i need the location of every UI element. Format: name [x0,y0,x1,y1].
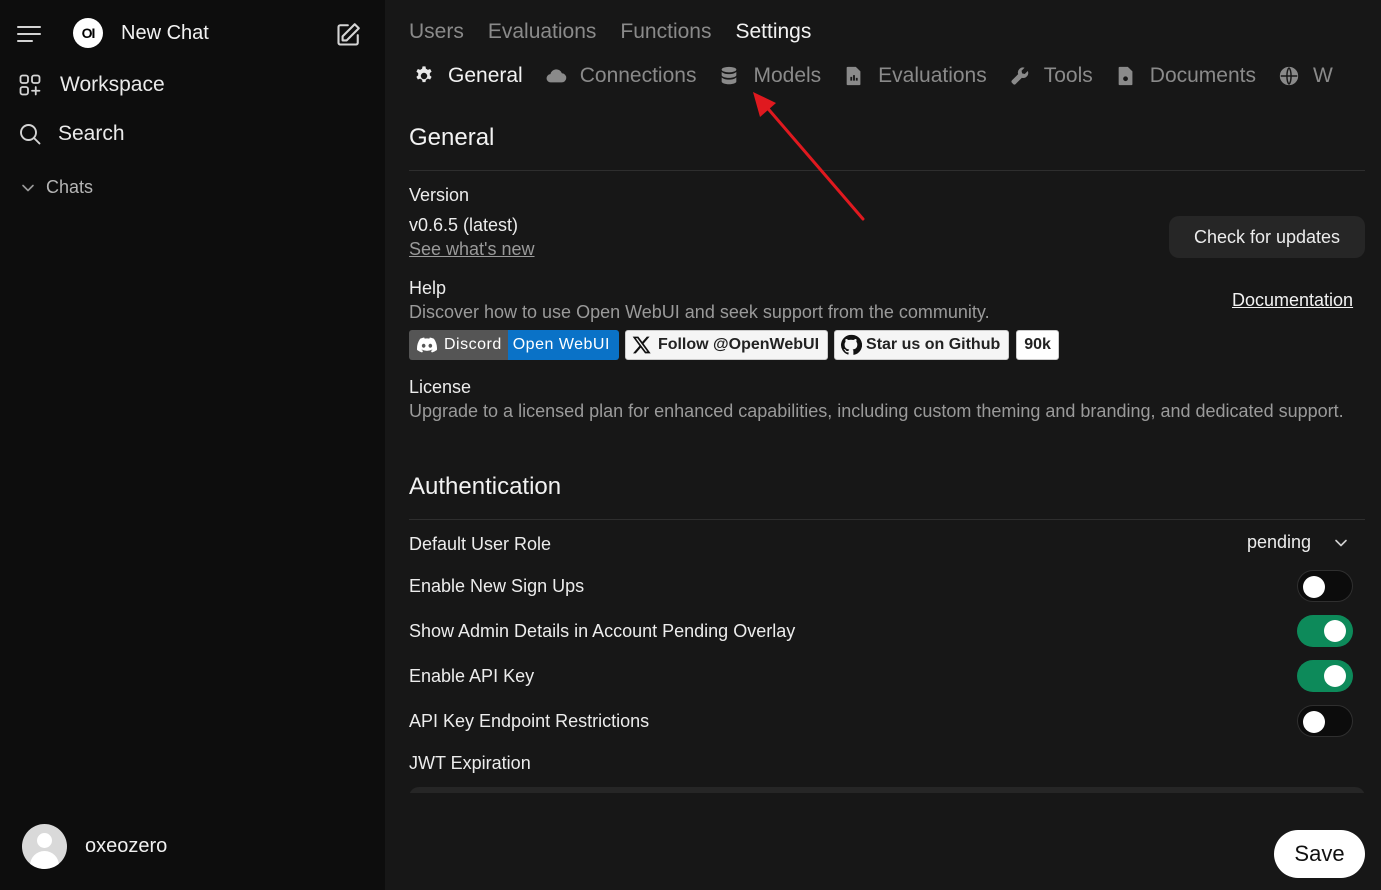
enable-signups-label: Enable New Sign Ups [409,576,585,596]
sidebar: OI New Chat Workspace Search Chats oxeoz… [0,0,385,890]
enable-api-key-toggle[interactable] [1297,660,1353,692]
search-icon [17,121,43,147]
whats-new-link[interactable]: See what's new [409,239,535,260]
help-text: Discover how to use Open WebUI and seek … [409,302,990,322]
default-role-select[interactable]: pending [1247,532,1349,553]
x-logo-icon [632,336,651,354]
divider [409,519,1365,520]
subtab-documents[interactable]: Documents [1115,64,1256,88]
tab-functions[interactable]: Functions [620,20,711,44]
document-chart-icon [843,65,865,87]
database-icon [718,65,740,87]
subtab-label: Evaluations [878,64,987,87]
github-icon [841,334,863,355]
divider [409,170,1365,171]
sidebar-header: OI New Chat [0,12,385,56]
general-section-title: General [409,124,495,151]
license-label: License [409,377,472,397]
tab-evaluations[interactable]: Evaluations [488,20,597,44]
github-star-badge[interactable]: Star us on Github [834,330,1010,360]
footer-area [385,793,1381,890]
enable-signups-toggle[interactable] [1297,570,1353,602]
subtab-models[interactable]: Models [718,64,821,88]
sidebar-item-workspace[interactable]: Workspace [17,67,367,103]
chevron-down-icon [22,184,34,191]
version-label: Version [409,185,470,205]
settings-panel: Users Evaluations Functions Settings Gen… [385,0,1381,890]
api-key-restrictions-label: API Key Endpoint Restrictions [409,711,650,731]
sidebar-item-search[interactable]: Search [17,116,367,152]
jwt-expiration-label: JWT Expiration [409,753,531,773]
chats-label: Chats [46,177,94,197]
discord-badge[interactable]: Discord Open WebUI [409,330,619,360]
subtab-label: W [1313,64,1333,87]
community-badges: Discord Open WebUI Follow @OpenWebUI Sta… [409,330,1059,360]
show-admin-details-toggle[interactable] [1297,615,1353,647]
discord-badge-label: Discord [444,336,502,353]
enable-api-key-label: Enable API Key [409,666,535,686]
subtab-label: Connections [579,64,697,87]
subtab-evaluations[interactable]: Evaluations [843,64,987,88]
subtab-label: Tools [1043,64,1093,87]
license-text: Upgrade to a licensed plan for enhanced … [409,401,1344,421]
subtab-general[interactable]: General [413,64,523,88]
github-star-label: Star us on Github [866,336,1001,353]
github-star-count[interactable]: 90k [1016,330,1059,360]
x-follow-badge[interactable]: Follow @OpenWebUI [624,330,829,360]
api-key-restrictions-toggle[interactable] [1297,705,1353,737]
user-menu[interactable]: oxeozero [22,824,167,869]
authentication-section-title: Authentication [409,473,562,500]
new-chat-label[interactable]: New Chat [121,22,209,45]
sidebar-item-label: Workspace [60,73,165,96]
document-icon [1115,65,1137,87]
subtab-label: Models [753,64,822,87]
default-role-label: Default User Role [409,534,552,554]
tab-users[interactable]: Users [409,20,464,44]
gear-icon [413,65,435,87]
settings-sub-tabs: General Connections Models Evaluations T… [413,64,1355,88]
subtab-connections[interactable]: Connections [545,64,697,88]
documentation-link[interactable]: Documentation [1232,290,1353,311]
discord-icon [417,337,437,353]
check-updates-button[interactable]: Check for updates [1169,216,1365,258]
chevron-down-icon [1335,539,1347,546]
sidebar-item-label: Search [58,122,125,145]
help-label: Help [409,278,447,298]
avatar [22,824,67,869]
new-chat-edit-icon[interactable] [335,20,363,48]
x-follow-label: Follow @OpenWebUI [657,336,820,353]
app-logo[interactable]: OI [73,18,103,48]
subtab-tools[interactable]: Tools [1009,64,1093,88]
wrench-icon [1009,65,1031,87]
chats-section-toggle[interactable]: Chats [20,177,93,198]
menu-icon[interactable] [17,23,43,45]
subtab-web[interactable]: W [1278,64,1333,88]
default-role-value: pending [1247,532,1312,552]
cloud-icon [545,65,567,87]
subtab-label: Documents [1149,64,1256,87]
version-value: v0.6.5 (latest) [409,215,519,235]
subtab-label: General [448,64,523,87]
workspace-icon [17,72,43,98]
admin-tabs: Users Evaluations Functions Settings [409,20,811,44]
discord-badge-value: Open WebUI [507,330,619,360]
show-admin-details-label: Show Admin Details in Account Pending Ov… [409,621,796,641]
globe-icon [1278,65,1300,87]
save-button[interactable]: Save [1274,830,1365,878]
username: oxeozero [85,835,168,857]
tab-settings[interactable]: Settings [735,20,811,44]
